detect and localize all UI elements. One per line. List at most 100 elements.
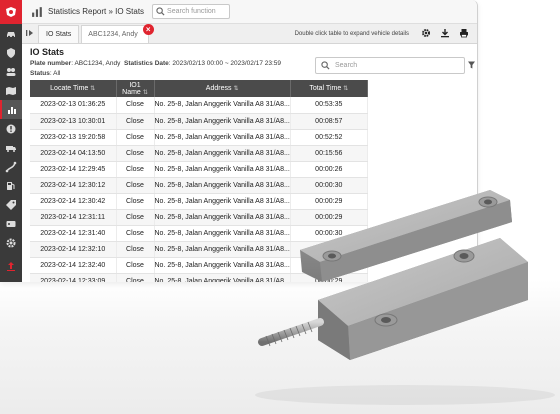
plate-label: Plate number (30, 60, 72, 67)
print-icon[interactable] (459, 28, 469, 38)
address-cell: No. 25-8, Jalan Anggerik Vanilla A8 31/A… (154, 97, 291, 114)
address-cell: No. 25-8, Jalan Anggerik Vanilla A8 31/A… (154, 273, 291, 282)
sidebar (0, 0, 22, 282)
io1-name-cell: Close (116, 193, 155, 210)
io1-name-cell: Close (116, 225, 155, 242)
search-icon (156, 7, 165, 16)
report-chart-icon[interactable] (0, 100, 22, 119)
total-time-cell: 00:00:29 (290, 193, 368, 210)
sort-icon: ⇅ (343, 86, 349, 92)
shield-icon[interactable] (0, 43, 22, 62)
address-cell: No. 25-8, Jalan Anggerik Vanilla A8 31/A… (154, 145, 291, 162)
table-row[interactable]: 2023-02-14 12:30:42 Close No. 25-8, Jalan … (30, 193, 368, 210)
vehicle-icon[interactable] (0, 138, 22, 157)
fuel-icon[interactable] (0, 176, 22, 195)
io1-name-cell: Close (116, 145, 155, 162)
total-time-cell: 00:53:35 (290, 97, 368, 114)
locate-time-cell: 2023-02-14 12:31:11 (30, 209, 117, 226)
backdrop (0, 280, 560, 414)
settings-icon[interactable] (0, 233, 22, 252)
column-header[interactable]: Locate Time ⇅ (30, 80, 117, 97)
device-icon[interactable] (0, 214, 22, 233)
download-icon[interactable] (440, 28, 450, 38)
people-icon[interactable] (0, 62, 22, 81)
address-cell: No. 25-8, Jalan Anggerik Vanilla A8 31/A… (154, 177, 291, 194)
tab-vehicle-label: ABC1234, Andy (88, 31, 138, 38)
search-function-input[interactable]: Search function (152, 4, 231, 19)
car-icon[interactable] (0, 24, 22, 43)
io1-name-cell: Close (116, 97, 155, 114)
locate-time-cell: 2023-02-13 01:36:25 (30, 97, 117, 114)
total-time-cell: 00:00:29 (290, 273, 368, 282)
collapse-sidebar-icon[interactable] (22, 23, 38, 43)
tab-vehicle[interactable]: ABC1234, Andy × (81, 24, 154, 43)
column-header[interactable]: Total Time ⇅ (290, 80, 368, 97)
table-row[interactable]: 2023-02-13 10:30:01 Close No. 25-8, Jalan … (30, 113, 368, 130)
total-time-cell: 00:00:30 (290, 225, 368, 242)
table-row[interactable]: 2023-02-14 12:32:40 Close No. 25-8, Jalan … (30, 257, 368, 274)
table-row[interactable]: 2023-02-14 12:33:09 Close No. 25-8, Jalan … (30, 273, 368, 282)
sort-icon: ⇅ (90, 86, 96, 92)
address-cell: No. 25-8, Jalan Anggerik Vanilla A8 31/A… (154, 257, 291, 274)
brand-logo-icon[interactable] (0, 0, 22, 24)
locate-time-cell: 2023-02-14 12:32:40 (30, 257, 117, 274)
io1-name-cell: Close (116, 177, 155, 194)
total-time-cell: 00:00:29 (290, 209, 368, 226)
locate-time-cell: 2023-02-14 12:30:12 (30, 177, 117, 194)
search-function-placeholder: Search function (167, 8, 216, 15)
io-stats-table[interactable]: Locate Time ⇅ IO1 Name ⇅ Address ⇅ Total Ti… (30, 80, 368, 282)
export-icon[interactable] (0, 256, 22, 275)
table-row[interactable]: 2023-02-14 12:31:11 Close No. 25-8, Jalan … (30, 209, 368, 226)
table-row[interactable]: 2023-02-14 12:32:10 Close No. 25-8, Jalan … (30, 241, 368, 258)
sort-icon: ⇅ (142, 89, 148, 96)
table-row[interactable]: 2023-02-13 01:36:25 Close No. 25-8, Jalan … (30, 97, 368, 114)
total-time-cell: 00:15:56 (290, 145, 368, 162)
table-body: 2023-02-13 01:36:25 Close No. 25-8, Jalan … (30, 97, 368, 282)
search-icon (321, 61, 330, 70)
total-time-cell: 00:08:57 (290, 113, 368, 130)
locate-time-cell: 2023-02-14 12:30:42 (30, 193, 117, 210)
tag-icon[interactable] (0, 195, 22, 214)
report-chart-icon (32, 7, 42, 17)
address-cell: No. 25-8, Jalan Anggerik Vanilla A8 31/A… (154, 113, 291, 130)
tab-io-stats[interactable]: IO Stats (38, 25, 80, 43)
status-label: Status (30, 70, 50, 77)
locate-time-cell: 2023-02-14 12:32:10 (30, 241, 117, 258)
table-row[interactable]: 2023-02-14 12:31:40 Close No. 25-8, Jalan … (30, 225, 368, 242)
status-value: All (53, 70, 61, 77)
table-row[interactable]: 2023-02-14 12:30:12 Close No. 25-8, Jalan … (30, 177, 368, 194)
alert-icon[interactable] (0, 119, 22, 138)
address-cell: No. 25-8, Jalan Anggerik Vanilla A8 31/A… (154, 225, 291, 242)
address-cell: No. 25-8, Jalan Anggerik Vanilla A8 31/A… (154, 209, 291, 226)
close-icon[interactable]: × (142, 24, 154, 35)
top-header: Statistics Report » IO Stats Search func… (22, 0, 477, 24)
app-window: Statistics Report » IO Stats Search func… (0, 0, 478, 282)
table-row[interactable]: 2023-02-14 04:13:50 Close No. 25-8, Jalan … (30, 145, 368, 162)
io1-name-cell: Close (116, 257, 155, 274)
table-search-input[interactable]: Search (315, 57, 465, 74)
breadcrumb: Statistics Report » IO Stats (48, 7, 145, 16)
table-row[interactable]: 2023-02-14 12:29:45 Close No. 25-8, Jalan … (30, 161, 368, 178)
io1-name-cell: Close (116, 209, 155, 226)
locate-time-cell: 2023-02-14 12:29:45 (30, 161, 117, 178)
total-time-cell: 00:52:52 (290, 129, 368, 146)
total-time-cell: 00:00:29 (290, 241, 368, 258)
table-search-placeholder: Search (335, 62, 358, 69)
io1-name-cell: Close (116, 273, 155, 282)
column-header[interactable]: IO1 Name ⇅ (116, 80, 155, 97)
address-cell: No. 25-8, Jalan Anggerik Vanilla A8 31/A… (154, 241, 291, 258)
tab-bar: IO Stats ABC1234, Andy × Double click ta… (22, 24, 477, 44)
table-row[interactable]: 2023-02-13 19:20:58 Close No. 25-8, Jalan … (30, 129, 368, 146)
io1-name-cell: Close (116, 161, 155, 178)
filter-icon[interactable] (468, 61, 475, 69)
map-icon[interactable] (0, 81, 22, 100)
route-icon[interactable] (0, 157, 22, 176)
date-value: 2023/02/13 00:00 ~ 2023/02/17 23:59 (172, 60, 282, 67)
report-content: IO Stats Plate number: ABC1234, Andy Sta… (22, 44, 477, 282)
sort-icon: ⇅ (233, 86, 239, 92)
address-cell: No. 25-8, Jalan Anggerik Vanilla A8 31/A… (154, 129, 291, 146)
gear-icon[interactable] (421, 28, 431, 38)
locate-time-cell: 2023-02-13 19:20:58 (30, 129, 117, 146)
column-header[interactable]: Address ⇅ (154, 80, 291, 97)
total-time-cell: 00:00:30 (290, 177, 368, 194)
